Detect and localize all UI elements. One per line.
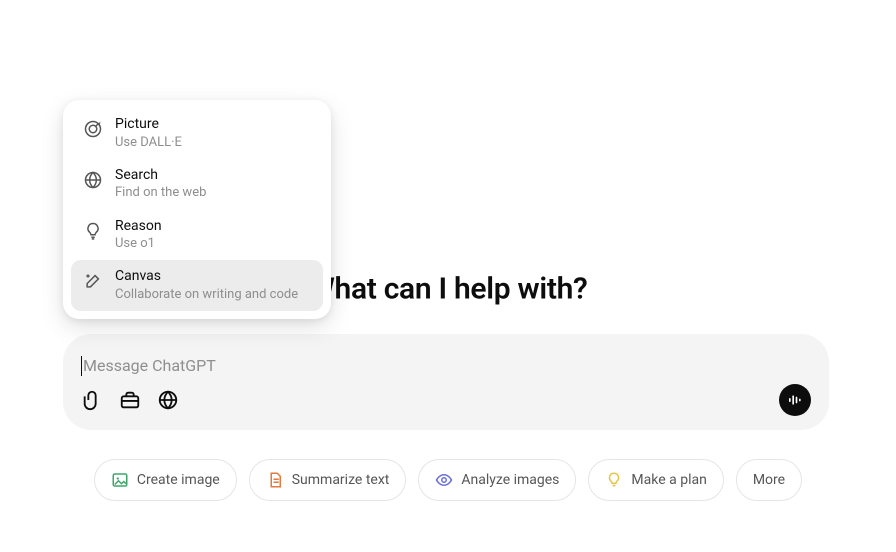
pencil-plus-icon [83,271,103,291]
chip-label: Create image [137,472,220,488]
attach-icon[interactable] [81,389,103,411]
chip-more[interactable]: More [736,459,802,501]
globe-icon[interactable] [157,389,179,411]
chat-placeholder: Message ChatGPT [81,356,811,377]
dropdown-item-subtitle: Collaborate on writing and code [115,287,298,303]
eye-icon [435,471,453,489]
dropdown-item-title: Picture [115,116,182,134]
text-caret [81,356,82,376]
image-icon [111,471,129,489]
dropdown-item-search[interactable]: Search Find on the web [71,159,323,210]
voice-button[interactable] [779,384,811,416]
suggestion-chips: Create image Summarize text Analyze imag… [0,459,896,501]
hero-title: What can I help with? [308,272,587,307]
tools-dropdown: Picture Use DALL·E Search Find on the we… [63,100,331,319]
chip-label: More [753,472,785,488]
chip-create-image[interactable]: Create image [94,459,237,501]
chip-label: Make a plan [631,472,706,488]
dropdown-item-title: Search [115,167,206,185]
dropdown-item-title: Canvas [115,268,298,286]
chip-make-plan[interactable]: Make a plan [588,459,723,501]
chip-label: Summarize text [292,472,390,488]
toolbox-icon[interactable] [119,389,141,411]
chat-input[interactable]: Message ChatGPT [63,334,829,430]
doc-icon [266,471,284,489]
dropdown-item-canvas[interactable]: Canvas Collaborate on writing and code [71,260,323,311]
globe-icon [83,170,103,190]
chip-analyze-images[interactable]: Analyze images [418,459,576,501]
dropdown-item-subtitle: Find on the web [115,185,206,201]
dropdown-item-subtitle: Use o1 [115,236,162,252]
chip-label: Analyze images [461,472,559,488]
dropdown-item-title: Reason [115,218,162,236]
target-icon [83,119,103,139]
dropdown-item-subtitle: Use DALL·E [115,135,182,151]
chip-summarize-text[interactable]: Summarize text [249,459,407,501]
bulb-fill-icon [605,471,623,489]
dropdown-item-picture[interactable]: Picture Use DALL·E [71,108,323,159]
waveform-icon [787,392,803,408]
dropdown-item-reason[interactable]: Reason Use o1 [71,210,323,261]
bulb-icon [83,221,103,241]
